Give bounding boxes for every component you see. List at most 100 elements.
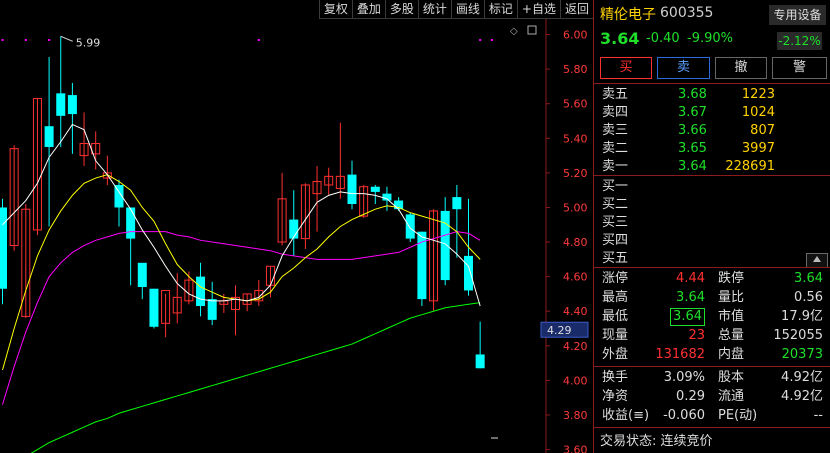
ask-volume: 1024	[741, 105, 775, 120]
draw-line-button[interactable]: 画线	[450, 0, 484, 19]
ask-row[interactable]: 卖三 3.66 807	[594, 122, 830, 140]
divider	[594, 83, 830, 84]
stock-code: 600355	[660, 5, 714, 21]
ask-row[interactable]: 卖四 3.67 1024	[594, 104, 830, 122]
signal-dot	[48, 39, 51, 41]
candle-body-down	[137, 262, 147, 288]
ask-price: 3.68	[678, 87, 707, 102]
bid-level-label: 买四	[602, 233, 629, 248]
ma10-line	[2, 174, 481, 371]
cancel-order-button[interactable]: 撤	[715, 57, 767, 79]
bid-row[interactable]: 买三	[594, 214, 830, 232]
candle-body-down	[464, 255, 473, 291]
collapse-toggle-icon[interactable]	[806, 253, 828, 268]
ask-price: 3.67	[678, 105, 707, 120]
y-tick-label: 3.60	[563, 444, 588, 453]
candle-body-down	[56, 93, 66, 116]
candle-body-down	[440, 210, 450, 281]
y-tick-label: 5.60	[563, 98, 588, 111]
statistics-button[interactable]: 统计	[417, 0, 451, 19]
ask-level-label: 卖五	[602, 87, 629, 102]
stat-label: 收益(≡)	[602, 408, 650, 423]
window-box-icon	[527, 25, 537, 35]
stat-value: --	[813, 408, 823, 423]
y-tick-label: 4.00	[563, 374, 588, 387]
ask-row[interactable]: 卖一 3.64 228691	[594, 158, 830, 176]
divider	[594, 175, 830, 176]
stat-row: 收益(≡) -0.060 PE(动) --	[594, 407, 830, 425]
ma20-line	[2, 231, 481, 405]
stat-label: 流通	[718, 389, 745, 404]
sector-change-pct: -2.12%	[777, 32, 822, 50]
quote-panel: 精伦电子 600355 专用设备 3.64 -0.40 -9.90% -2.12…	[593, 0, 830, 453]
ma60-line	[30, 302, 481, 453]
back-button[interactable]: 返回	[559, 0, 593, 19]
ask-volume: 807	[750, 123, 775, 138]
divider	[594, 427, 830, 428]
price-change-pct: -9.90%	[687, 31, 733, 46]
ask-price: 3.65	[678, 141, 707, 156]
ask-price: 3.66	[678, 123, 707, 138]
stat-value: 0.29	[676, 389, 705, 404]
signal-dot	[490, 39, 493, 41]
stat-label: 内盘	[718, 347, 745, 362]
add-watchlist-button[interactable]: +自选	[516, 0, 560, 19]
sector-button[interactable]: 专用设备	[769, 5, 826, 25]
stat-value: -0.060	[663, 408, 705, 423]
last-price: 3.64	[600, 29, 640, 48]
stat-value: 3.64	[670, 308, 705, 326]
alert-button[interactable]: 警	[772, 57, 827, 79]
ask-volume: 228691	[725, 159, 775, 174]
y-tick-label: 4.80	[563, 236, 588, 249]
y-tick-label: 4.60	[563, 271, 588, 284]
current-price-tag-label: 4.29	[547, 324, 572, 337]
restore-rights-button[interactable]: 复权	[318, 0, 352, 19]
y-tick-label: 4.20	[563, 340, 588, 353]
bid-level-label: 买二	[602, 197, 629, 212]
y-tick-label: 5.40	[563, 132, 588, 145]
candle-body-down	[475, 354, 485, 369]
stat-label: 股本	[718, 370, 745, 385]
y-tick-label: 5.80	[563, 63, 588, 76]
stat-label: 涨停	[602, 271, 629, 286]
ask-level-label: 卖二	[602, 141, 629, 156]
stat-row: 最高 3.64 量比 0.56	[594, 289, 830, 307]
signal-dot	[257, 39, 260, 41]
candlestick-chart[interactable]: 6.00 5.80 5.60 5.40 5.20 5.00 4.80 4.60 4.40 4.20…	[0, 19, 593, 453]
stat-value: 152055	[773, 328, 823, 343]
stat-value: 3.64	[676, 290, 705, 305]
stat-label: 现量	[602, 328, 629, 343]
high-price-label: 5.99	[76, 36, 101, 49]
ask-level-label: 卖一	[602, 159, 629, 174]
stat-label: 最高	[602, 290, 629, 305]
ask-price: 3.64	[678, 159, 707, 174]
mark-button[interactable]: 标记	[483, 0, 517, 19]
stat-label: 净资	[602, 389, 629, 404]
ask-row[interactable]: 卖五 3.68 1223	[594, 86, 830, 104]
stat-label: 总量	[718, 328, 745, 343]
bid-row[interactable]: 买五	[594, 250, 830, 268]
y-tick-label: 5.20	[563, 167, 588, 180]
buy-button[interactable]: 买	[600, 57, 652, 79]
overlay-button[interactable]: 叠加	[351, 0, 385, 19]
stat-row: 外盘 131682 内盘 20373	[594, 346, 830, 364]
candle-body-down	[67, 95, 77, 115]
bid-level-label: 买五	[602, 251, 629, 266]
multi-stock-button[interactable]: 多股	[384, 0, 418, 19]
signal-dot	[1, 39, 4, 41]
bid-level-label: 买一	[602, 179, 629, 194]
stat-value: 23	[688, 328, 705, 343]
stat-label: PE(动)	[718, 408, 758, 423]
bid-row[interactable]: 买二	[594, 196, 830, 214]
stat-label: 换手	[602, 370, 629, 385]
bid-row[interactable]: 买一	[594, 178, 830, 196]
stat-label: 量比	[718, 290, 745, 305]
stat-row: 净资 0.29 流通 4.92亿	[594, 388, 830, 406]
stat-value: 4.92亿	[781, 389, 823, 404]
candle-body-down	[44, 126, 54, 147]
bid-row[interactable]: 买四	[594, 232, 830, 250]
sell-button[interactable]: 卖	[657, 57, 710, 79]
bid-level-label: 买三	[602, 215, 629, 230]
chart-toolbar: 复权 叠加 多股 统计 画线 标记 +自选 返回	[0, 0, 593, 19]
ask-row[interactable]: 卖二 3.65 3997	[594, 140, 830, 158]
